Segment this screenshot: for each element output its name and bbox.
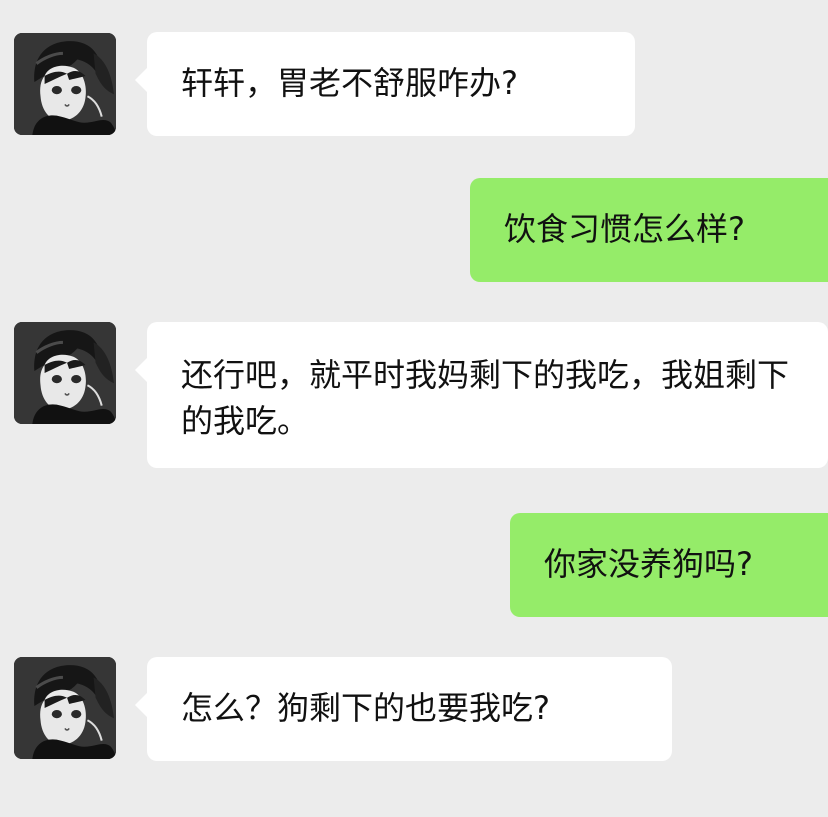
anime-avatar-icon xyxy=(14,657,116,759)
outgoing-message-1[interactable]: 饮食习惯怎么样? xyxy=(470,178,828,282)
anime-avatar-icon xyxy=(14,322,116,424)
outgoing-message-2[interactable]: 你家没养狗吗? xyxy=(510,513,828,617)
message-text: 还行吧，就平时我妈剩下的我吃，我姐剩下的我吃。 xyxy=(181,356,790,440)
contact-avatar[interactable] xyxy=(14,657,116,759)
contact-avatar[interactable] xyxy=(14,33,116,135)
incoming-message-2[interactable]: 还行吧，就平时我妈剩下的我吃，我姐剩下的我吃。 xyxy=(135,322,828,468)
message-text: 轩轩，胃老不舒服咋办? xyxy=(181,64,518,102)
contact-avatar[interactable] xyxy=(14,322,116,424)
anime-avatar-icon xyxy=(14,33,116,135)
chat-window: 轩轩，胃老不舒服咋办? 饮食习惯怎么样? 还行吧，就平时我妈剩下的我吃，我姐剩下… xyxy=(0,0,828,817)
message-text: 饮食习惯怎么样? xyxy=(504,210,745,248)
incoming-message-1[interactable]: 轩轩，胃老不舒服咋办? xyxy=(135,32,635,136)
incoming-message-3[interactable]: 怎么？狗剩下的也要我吃? xyxy=(135,657,672,761)
message-text: 你家没养狗吗? xyxy=(544,545,753,583)
message-text: 怎么？狗剩下的也要我吃? xyxy=(181,689,550,727)
